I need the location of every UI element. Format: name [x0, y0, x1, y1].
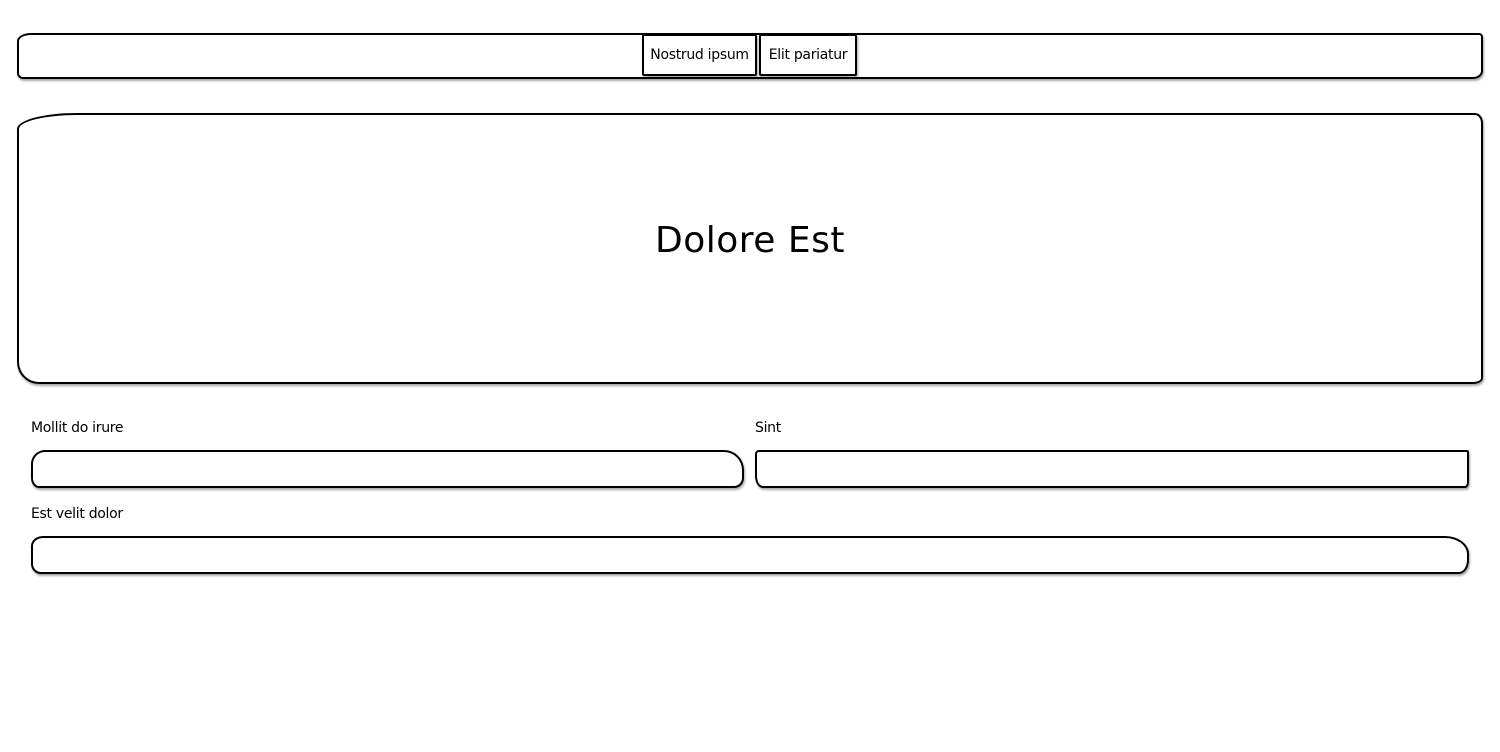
nav-button-elit-pariatur[interactable]: Elit pariatur: [759, 34, 857, 76]
field-label-sint: Sint: [755, 420, 781, 436]
text-field-mollit-do-irure[interactable]: [31, 450, 744, 488]
text-field-est-velit-dolor[interactable]: [31, 536, 1469, 574]
hero-title: Dolore Est: [655, 220, 845, 261]
nav-button-group: Nostrud ipsum Elit pariatur: [642, 34, 857, 76]
page: Nostrud ipsum Elit pariatur Dolore Est M…: [0, 0, 1500, 752]
hero-panel: Dolore Est: [17, 113, 1483, 384]
text-field-sint[interactable]: [755, 450, 1469, 488]
field-label-mollit-do-irure: Mollit do irure: [31, 420, 124, 436]
nav-button-nostrud-ipsum[interactable]: Nostrud ipsum: [642, 34, 757, 76]
field-label-est-velit-dolor: Est velit dolor: [31, 506, 123, 522]
